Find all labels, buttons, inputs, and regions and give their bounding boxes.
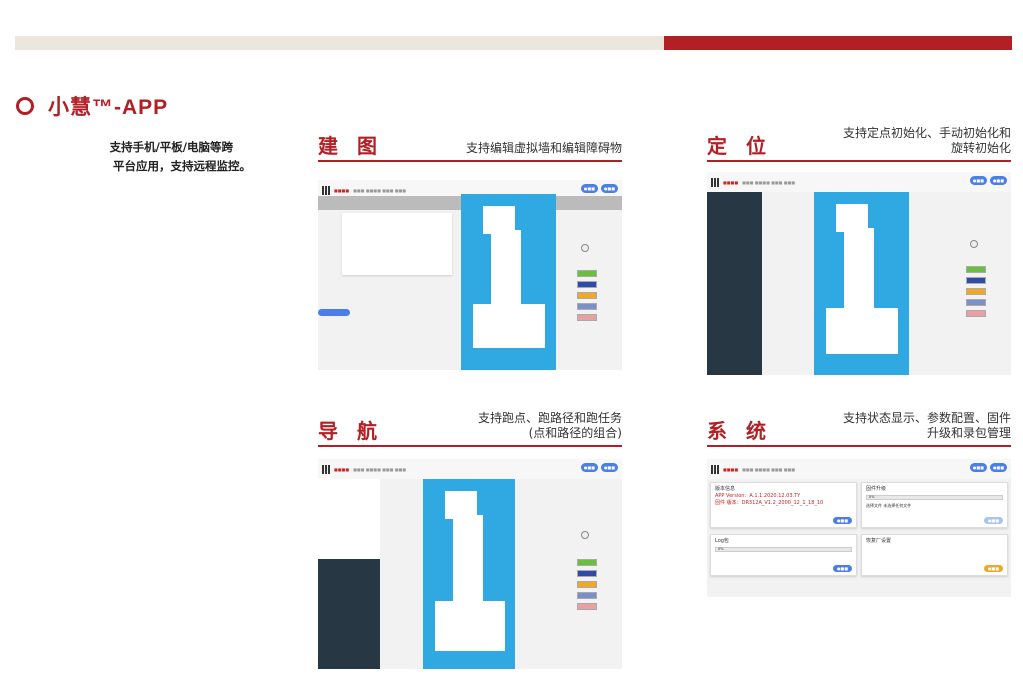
- legend: [966, 266, 986, 321]
- locate-icon[interactable]: [581, 531, 589, 539]
- section-title: 建 图: [318, 134, 383, 158]
- menu-icon: [711, 177, 719, 187]
- section-system: 系 统 支持状态显示、参数配置、固件 升级和录包管理: [707, 410, 1011, 447]
- top-decor-bar: [15, 36, 1012, 50]
- section-mapping: 建 图 支持编辑虚拟墙和编辑障碍物: [318, 134, 622, 162]
- card-title: 固件升级: [866, 486, 887, 492]
- section-subtitle: 支持状态显示、参数配置、固件 升级和录包管理: [842, 411, 1011, 440]
- locating-screenshot: ■■■■ ■■■ ■■■■ ■■■ ■■■ ●■■ ●■■: [707, 172, 1011, 375]
- side-panel: [707, 192, 762, 375]
- side-panel: [318, 559, 380, 669]
- brand-title: 小慧™-APP: [48, 96, 169, 119]
- log-progress: 0%: [715, 547, 852, 552]
- firmware-progress: 0%: [866, 495, 1003, 500]
- firmware-card: 固件升级 0% 选择文件 未选择任何文件 ●■■: [861, 482, 1008, 528]
- map-view: [461, 194, 556, 370]
- app-toolbar: ■■■■ ■■■ ■■■■ ■■■ ■■■: [707, 459, 1011, 479]
- firmware-file-input[interactable]: 选择文件 未选择任何文件: [866, 502, 1003, 509]
- section-navigation: 导 航 支持跑点、跑路径和跑任务 (点和路径的组合): [318, 410, 622, 447]
- version-card: 版本信息 APP Version：A.1.1.2020.12.03.TY 固件 …: [710, 482, 857, 528]
- edit-button[interactable]: [318, 309, 350, 316]
- section-title: 导 航: [318, 419, 383, 443]
- menu-icon: [322, 464, 330, 474]
- locate-icon[interactable]: [581, 244, 589, 252]
- menu-icon: [322, 185, 330, 195]
- app-toolbar: ■■■■ ■■■ ■■■■ ■■■ ■■■: [318, 459, 622, 479]
- legend: [577, 559, 597, 614]
- upload-button[interactable]: ●■■: [983, 517, 1003, 524]
- app-toolbar: ■■■■ ■■■ ■■■■ ■■■ ■■■: [707, 172, 1011, 192]
- description-line-1: 支持手机/平板/电脑等跨: [109, 140, 233, 154]
- section-title: 定 位: [707, 134, 772, 158]
- card-title: 版本信息: [715, 486, 736, 492]
- legend: [577, 270, 597, 325]
- circle-bullet-icon: [16, 97, 34, 115]
- edit-panel: [342, 213, 452, 275]
- map-view: [814, 192, 909, 375]
- card-title: 恢复厂设置: [866, 538, 892, 544]
- locate-icon[interactable]: [970, 240, 978, 248]
- top-decor-bar-accent: [664, 36, 1012, 50]
- mapping-screenshot: ■■■■ ■■■ ■■■■ ■■■ ■■■ ●■■ ●■■: [318, 180, 622, 370]
- system-screenshot: ■■■■ ■■■ ■■■■ ■■■ ■■■ ●■■ ●■■ 版本信息 APP Ver…: [707, 459, 1011, 597]
- description-line-2: 平台应用，支持远程监控。: [113, 159, 251, 173]
- reset-button[interactable]: ●■■: [983, 565, 1003, 572]
- section-locating: 定 位 支持定点初始化、手动初始化和 旋转初始化: [707, 125, 1011, 162]
- download-button[interactable]: ●■■: [832, 565, 852, 572]
- section-title: 系 统: [707, 419, 772, 443]
- section-subtitle: 支持跑点、跑路径和跑任务 (点和路径的组合): [477, 411, 622, 440]
- firmware-version: 固件 版本：DR312A_V1.2_2000_12_1_18_10: [715, 500, 824, 506]
- description: 支持手机/平板/电脑等跨 平台应用，支持远程监控。: [46, 138, 251, 176]
- section-subtitle: 支持定点初始化、手动初始化和 旋转初始化: [842, 126, 1011, 155]
- brand-heading: 小慧™-APP: [16, 92, 168, 120]
- refresh-button[interactable]: ●■■: [832, 517, 852, 524]
- factory-reset-card: 恢复厂设置 ●■■: [861, 534, 1008, 576]
- map-view: [423, 479, 515, 669]
- navigation-screenshot: ■■■■ ■■■ ■■■■ ■■■ ■■■ ●■■ ●■■: [318, 459, 622, 669]
- card-title: Log包: [715, 538, 729, 544]
- menu-icon: [711, 464, 719, 474]
- log-card: Log包 0% ●■■: [710, 534, 857, 576]
- section-subtitle: 支持编辑虚拟墙和编辑障碍物: [465, 141, 622, 155]
- app-version: APP Version：A.1.1.2020.12.03.TY: [715, 493, 801, 499]
